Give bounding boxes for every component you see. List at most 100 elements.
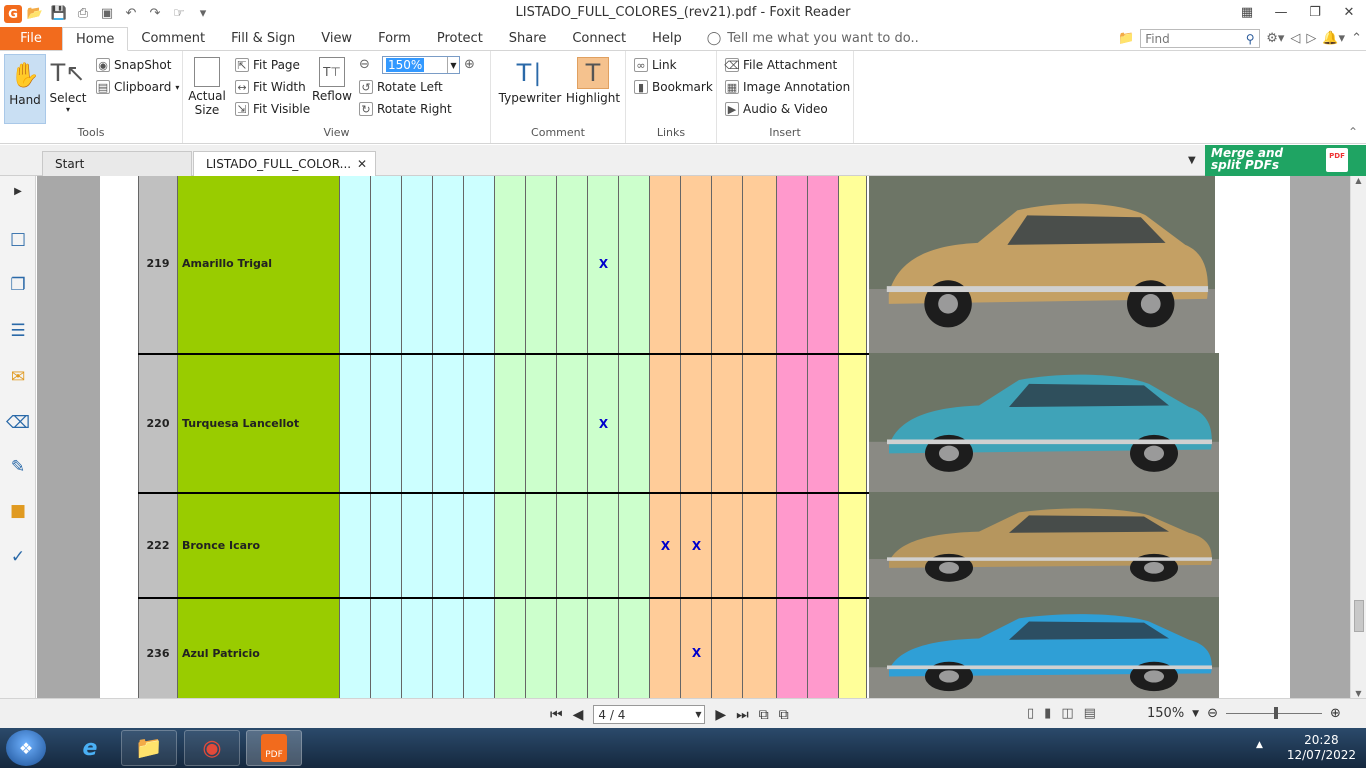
fit-page-button[interactable]: ⇱ Fit Page: [235, 58, 300, 72]
collapse-ribbon-icon[interactable]: ⌃: [1348, 125, 1358, 139]
first-page-icon[interactable]: ⏮: [550, 707, 563, 723]
reflow-button[interactable]: T⊤ Reflow: [311, 57, 353, 103]
expand-panel-icon[interactable]: ▶: [7, 180, 29, 202]
zoom-in-icon[interactable]: ⊕: [464, 57, 475, 72]
foxit-logo-icon[interactable]: G: [4, 4, 22, 23]
vertical-scrollbar[interactable]: ▲ ▼: [1350, 176, 1366, 698]
zoom-select[interactable]: 150% ▼: [382, 56, 460, 74]
minimize-button[interactable]: —: [1264, 0, 1298, 24]
next-view-icon[interactable]: ⧉: [779, 707, 789, 723]
fit-visible-button[interactable]: ⇲ Fit Visible: [235, 102, 310, 116]
facing-page-icon[interactable]: ◫: [1061, 706, 1073, 721]
single-page-icon[interactable]: ▯: [1027, 706, 1034, 721]
table-cell: [681, 355, 712, 492]
audio-video-button[interactable]: ▶ Audio & Video: [725, 102, 828, 116]
system-clock[interactable]: 20:28 12/07/2022: [1287, 733, 1356, 763]
page-thumbnails-icon[interactable]: ❐: [7, 274, 29, 296]
continuous-facing-icon[interactable]: ▤: [1084, 706, 1096, 721]
print-icon[interactable]: ⎙: [72, 4, 94, 24]
search-icon[interactable]: ⚲: [1241, 32, 1259, 46]
bell-icon[interactable]: 🔔▾: [1322, 31, 1345, 46]
highlight-button[interactable]: T Highlight: [566, 57, 620, 105]
attachments-icon[interactable]: ⌫: [6, 412, 30, 434]
tab-form[interactable]: Form: [365, 27, 424, 50]
clipboard-button[interactable]: ▤ Clipboard ▾: [96, 80, 179, 94]
merge-split-promo[interactable]: Merge and split PDFs PDF: [1205, 145, 1366, 176]
find-input[interactable]: Find ⚲: [1140, 29, 1261, 48]
tab-fill-sign[interactable]: Fill & Sign: [218, 27, 308, 50]
scroll-thumb[interactable]: [1354, 600, 1364, 632]
lock-icon[interactable]: ■: [7, 500, 29, 522]
tab-file[interactable]: File: [0, 27, 62, 50]
pages-icon[interactable]: □: [7, 228, 29, 250]
close-button[interactable]: ✕: [1332, 0, 1366, 24]
tab-start[interactable]: Start: [42, 151, 192, 176]
save-icon[interactable]: 💾: [48, 4, 70, 24]
restore-button[interactable]: ❐: [1298, 0, 1332, 24]
ribbon-display-options-icon[interactable]: ▦: [1230, 0, 1264, 24]
table-cell: [839, 494, 867, 597]
foxit-reader-taskbar-icon[interactable]: PDF: [246, 730, 302, 766]
ribbon-collapse-icon[interactable]: ⌃: [1351, 31, 1362, 46]
bookmark-button[interactable]: ▮ Bookmark: [634, 80, 713, 94]
continuous-page-icon[interactable]: ▮: [1044, 706, 1051, 721]
open-icon[interactable]: 📂: [24, 4, 46, 24]
zoom-dropdown-icon[interactable]: ▼: [1192, 709, 1199, 719]
undo-icon[interactable]: ↶: [120, 4, 142, 24]
customize-qat-icon[interactable]: ▾: [192, 4, 214, 24]
page-number-input[interactable]: 4 / 4 ▼: [593, 705, 706, 724]
zoom-out-icon[interactable]: ⊖: [359, 57, 370, 72]
tab-help[interactable]: Help: [639, 27, 695, 50]
image-annotation-button[interactable]: ▦ Image Annotation: [725, 80, 850, 94]
signatures-icon[interactable]: ✎: [7, 456, 29, 478]
redo-icon[interactable]: ↷: [144, 4, 166, 24]
next-result-icon[interactable]: ▷: [1306, 31, 1316, 46]
close-tab-icon[interactable]: ✕: [357, 157, 367, 171]
zoom-slider[interactable]: [1226, 707, 1322, 719]
hand-tool-button[interactable]: ✋ Hand: [4, 54, 46, 124]
comments-icon[interactable]: ✉: [7, 366, 29, 388]
rotate-right-button[interactable]: ↻ Rotate Right: [359, 102, 452, 116]
tab-comment[interactable]: Comment: [128, 27, 218, 50]
gear-icon[interactable]: ⚙▾: [1266, 31, 1284, 46]
link-button[interactable]: ∞ Link: [634, 58, 677, 72]
snapshot-button[interactable]: ◉ SnapShot: [96, 58, 171, 72]
tab-connect[interactable]: Connect: [559, 27, 639, 50]
tell-me-box[interactable]: ◯ Tell me what you want to do..: [695, 27, 919, 50]
rotate-left-button[interactable]: ↺ Rotate Left: [359, 80, 443, 94]
start-button[interactable]: ❖: [6, 730, 46, 766]
typewriter-button[interactable]: T∣ Typewriter: [499, 57, 562, 105]
layers-icon[interactable]: ☰: [7, 320, 29, 342]
tab-view[interactable]: View: [308, 27, 365, 50]
next-page-icon[interactable]: ▶: [715, 707, 726, 723]
previous-page-icon[interactable]: ◀: [573, 707, 584, 723]
zoom-slider-knob[interactable]: [1274, 707, 1278, 719]
chrome-icon[interactable]: ◉: [184, 730, 240, 766]
internet-explorer-icon[interactable]: e: [62, 730, 118, 766]
tab-home[interactable]: Home: [62, 27, 129, 51]
actual-size-button[interactable]: Actual Size: [188, 57, 226, 117]
table-cell: [839, 355, 867, 492]
previous-result-icon[interactable]: ◁: [1290, 31, 1300, 46]
document-viewport[interactable]: 219 Amarillo Trigal X 220 Turquesa Lancellot…: [37, 176, 1350, 698]
tab-protect[interactable]: Protect: [424, 27, 496, 50]
folder-search-icon[interactable]: 📁: [1118, 31, 1134, 46]
tab-share[interactable]: Share: [496, 27, 560, 50]
file-explorer-icon[interactable]: 📁: [121, 730, 177, 766]
properties-icon[interactable]: ▣: [96, 4, 118, 24]
select-tool-button[interactable]: T↖ Select ▾: [48, 57, 88, 114]
zoom-out-status-icon[interactable]: ⊖: [1207, 706, 1218, 721]
hand-tool-qat-icon[interactable]: ☞: [168, 4, 190, 24]
tab-current-document[interactable]: LISTADO_FULL_COLOR... ✕: [193, 151, 376, 176]
previous-view-icon[interactable]: ⧉: [759, 707, 769, 723]
file-attachment-button[interactable]: ⌫ File Attachment: [724, 58, 837, 72]
last-page-icon[interactable]: ⏭: [736, 707, 749, 723]
zoom-in-status-icon[interactable]: ⊕: [1330, 706, 1341, 721]
tabs-dropdown-icon[interactable]: ▼: [1188, 155, 1196, 166]
tray-overflow-icon[interactable]: ▲: [1256, 740, 1263, 750]
scroll-up-icon[interactable]: ▲: [1351, 176, 1366, 185]
color-number: 222: [138, 494, 178, 597]
fit-width-button[interactable]: ↔ Fit Width: [235, 80, 306, 94]
scroll-down-icon[interactable]: ▼: [1351, 689, 1366, 698]
certificate-icon[interactable]: ✓: [7, 546, 29, 568]
